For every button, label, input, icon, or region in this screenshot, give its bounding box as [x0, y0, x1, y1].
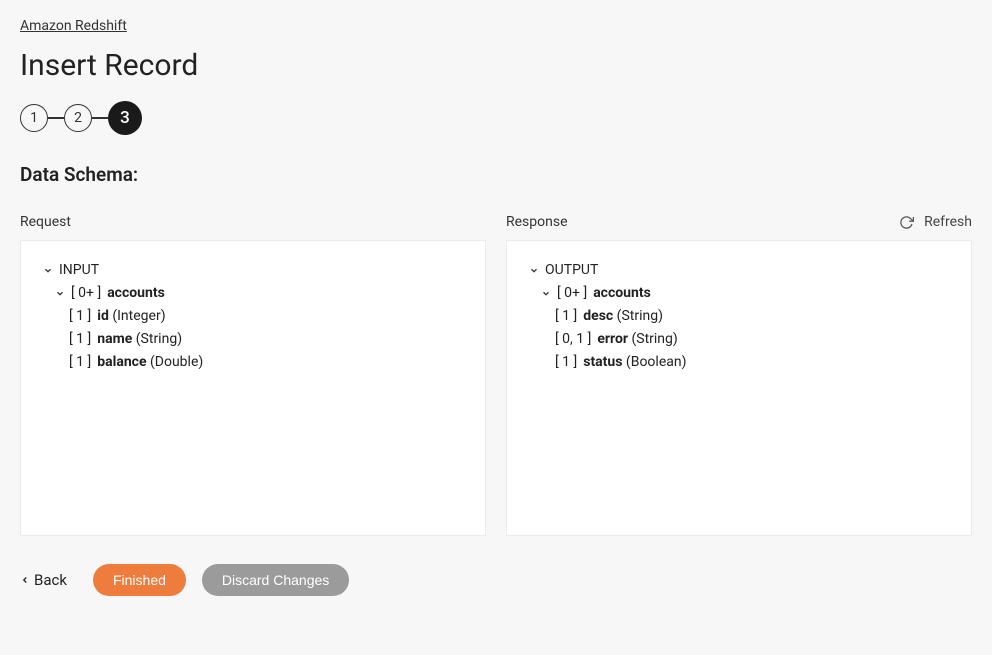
tree-collection[interactable]: [ 0+ ] accounts — [529, 282, 949, 305]
tree-root-label: OUTPUT — [545, 259, 598, 282]
cardinality: [ 1 ] — [555, 305, 577, 328]
tree-field[interactable]: [ 1 ] descString — [529, 305, 949, 328]
field-type: Integer — [109, 308, 166, 324]
chevron-left-icon — [20, 571, 30, 589]
chevron-down-icon — [55, 289, 65, 299]
field-type: Double — [147, 354, 204, 370]
field-type: String — [132, 331, 182, 347]
cardinality: [ 1 ] — [69, 305, 91, 328]
collection-name: accounts — [593, 282, 651, 305]
back-button[interactable]: Back — [20, 571, 67, 589]
chevron-down-icon — [529, 266, 539, 276]
tree-field[interactable]: [ 1 ] nameString — [43, 328, 463, 351]
cardinality: [ 0+ ] — [71, 282, 101, 305]
request-label: Request — [20, 214, 486, 230]
back-label: Back — [34, 571, 67, 589]
collection-name: accounts — [107, 282, 165, 305]
tree-collection[interactable]: [ 0+ ] accounts — [43, 282, 463, 305]
field-name: balance — [97, 354, 146, 370]
step-connector — [48, 117, 64, 119]
cardinality: [ 0, 1 ] — [555, 328, 591, 351]
chevron-down-icon — [43, 266, 53, 276]
cardinality: [ 0+ ] — [557, 282, 587, 305]
tree-root-label: INPUT — [59, 259, 99, 282]
cardinality: [ 1 ] — [69, 351, 91, 374]
cardinality: [ 1 ] — [69, 328, 91, 351]
tree-field[interactable]: [ 0, 1 ] errorString — [529, 328, 949, 351]
section-title: Data Schema: — [20, 163, 972, 186]
breadcrumb-root[interactable]: Amazon Redshift — [20, 18, 127, 34]
finished-button[interactable]: Finished — [93, 564, 186, 596]
field-type: String — [613, 308, 663, 324]
tree-field[interactable]: [ 1 ] balanceDouble — [43, 351, 463, 374]
tree-root[interactable]: OUTPUT — [529, 259, 949, 282]
field-name: error — [597, 331, 628, 347]
field-name: id — [97, 308, 109, 324]
stepper: 1 2 3 — [20, 101, 972, 135]
discard-changes-button[interactable]: Discard Changes — [202, 564, 349, 596]
field-type: String — [628, 331, 678, 347]
tree-root[interactable]: INPUT — [43, 259, 463, 282]
cardinality: [ 1 ] — [555, 351, 577, 374]
response-label: Response — [506, 214, 972, 230]
step-3[interactable]: 3 — [108, 101, 142, 135]
step-1[interactable]: 1 — [20, 104, 48, 132]
tree-field[interactable]: [ 1 ] statusBoolean — [529, 351, 949, 374]
field-type: Boolean — [622, 354, 686, 370]
response-panel: OUTPUT [ 0+ ] accounts [ 1 ] descString … — [506, 240, 972, 536]
step-2[interactable]: 2 — [64, 104, 92, 132]
step-connector — [92, 117, 108, 119]
field-name: desc — [583, 308, 613, 324]
request-panel: INPUT [ 0+ ] accounts [ 1 ] idInteger [ … — [20, 240, 486, 536]
field-name: status — [583, 354, 622, 370]
page-title: Insert Record — [20, 48, 972, 83]
field-name: name — [97, 331, 132, 347]
chevron-down-icon — [541, 289, 551, 299]
tree-field[interactable]: [ 1 ] idInteger — [43, 305, 463, 328]
